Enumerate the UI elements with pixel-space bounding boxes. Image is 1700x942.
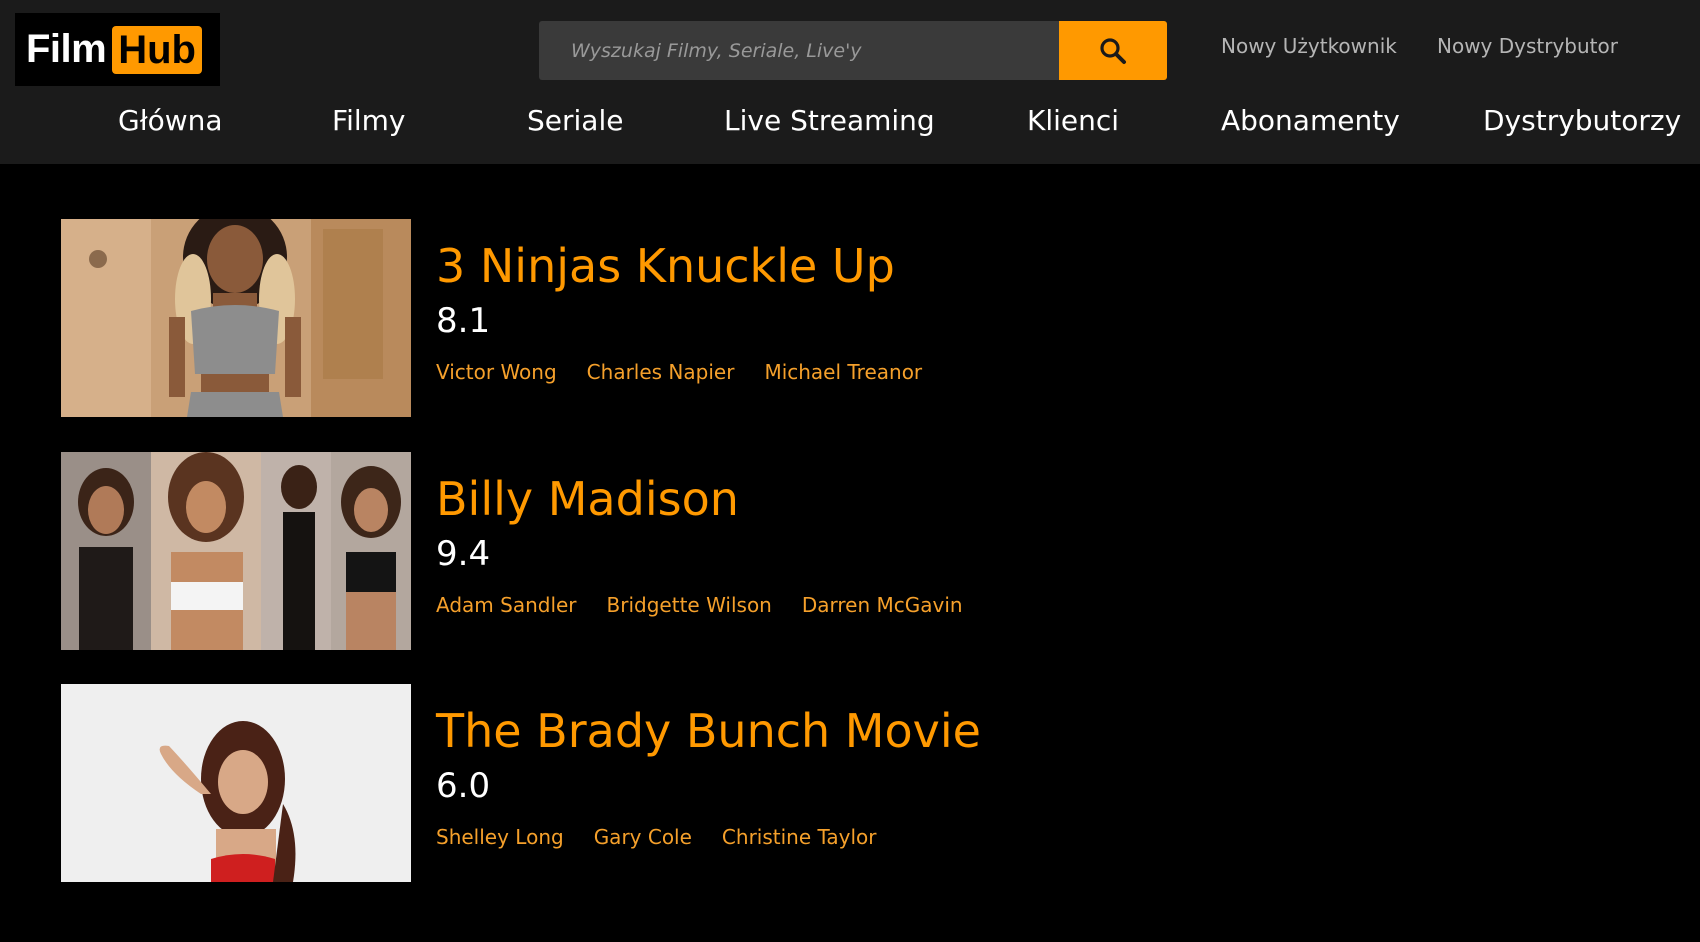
site-logo[interactable]: Film Hub bbox=[15, 13, 220, 86]
cast-member-link[interactable]: Michael Treanor bbox=[764, 360, 922, 384]
nav-item-subscriptions[interactable]: Abonamenty bbox=[1221, 104, 1400, 137]
cast-list: Shelley Long Gary Cole Christine Taylor bbox=[436, 825, 877, 849]
main-nav: Główna Filmy Seriale Live Streaming Klie… bbox=[0, 104, 1700, 152]
search-input[interactable] bbox=[539, 21, 1059, 80]
movie-thumbnail[interactable] bbox=[61, 684, 411, 882]
new-user-link[interactable]: Nowy Użytkownik bbox=[1221, 34, 1397, 58]
search-icon bbox=[1100, 37, 1126, 64]
cast-member-link[interactable]: Darren McGavin bbox=[802, 593, 963, 617]
cast-member-link[interactable]: Adam Sandler bbox=[436, 593, 577, 617]
movie-rating: 9.4 bbox=[436, 534, 491, 574]
movie-rating: 8.1 bbox=[436, 301, 491, 341]
cast-member-link[interactable]: Charles Napier bbox=[587, 360, 735, 384]
movie-title[interactable]: The Brady Bunch Movie bbox=[436, 704, 981, 758]
cast-member-link[interactable]: Gary Cole bbox=[594, 825, 692, 849]
movie-item: 3 Ninjas Knuckle Up 8.1 Victor Wong Char… bbox=[61, 219, 1061, 417]
cast-list: Adam Sandler Bridgette Wilson Darren McG… bbox=[436, 593, 963, 617]
nav-item-series[interactable]: Seriale bbox=[527, 104, 623, 137]
nav-item-home[interactable]: Główna bbox=[118, 104, 223, 137]
movie-item: Billy Madison 9.4 Adam Sandler Bridgette… bbox=[61, 452, 1061, 650]
cast-member-link[interactable]: Shelley Long bbox=[436, 825, 564, 849]
search-button[interactable] bbox=[1059, 21, 1167, 80]
movie-item: The Brady Bunch Movie 6.0 Shelley Long G… bbox=[61, 684, 1061, 882]
cast-member-link[interactable]: Victor Wong bbox=[436, 360, 557, 384]
movie-thumbnail[interactable] bbox=[61, 452, 411, 650]
new-distributor-link[interactable]: Nowy Dystrybutor bbox=[1437, 34, 1618, 58]
nav-item-distributors[interactable]: Dystrybutorzy bbox=[1483, 104, 1681, 137]
site-header: Film Hub Nowy Użytkownik Nowy Dystrybuto… bbox=[0, 0, 1700, 164]
logo-text-film: Film bbox=[26, 27, 107, 71]
nav-item-live-streaming[interactable]: Live Streaming bbox=[724, 104, 935, 137]
logo-text-hub: Hub bbox=[112, 25, 202, 74]
movie-rating: 6.0 bbox=[436, 766, 491, 806]
cast-list: Victor Wong Charles Napier Michael Trean… bbox=[436, 360, 922, 384]
nav-item-clients[interactable]: Klienci bbox=[1027, 104, 1119, 137]
search-bar bbox=[539, 21, 1167, 80]
movie-title[interactable]: Billy Madison bbox=[436, 472, 739, 526]
nav-item-movies[interactable]: Filmy bbox=[332, 104, 405, 137]
movie-title[interactable]: 3 Ninjas Knuckle Up bbox=[436, 239, 895, 293]
movie-thumbnail[interactable] bbox=[61, 219, 411, 417]
cast-member-link[interactable]: Bridgette Wilson bbox=[607, 593, 772, 617]
cast-member-link[interactable]: Christine Taylor bbox=[722, 825, 877, 849]
